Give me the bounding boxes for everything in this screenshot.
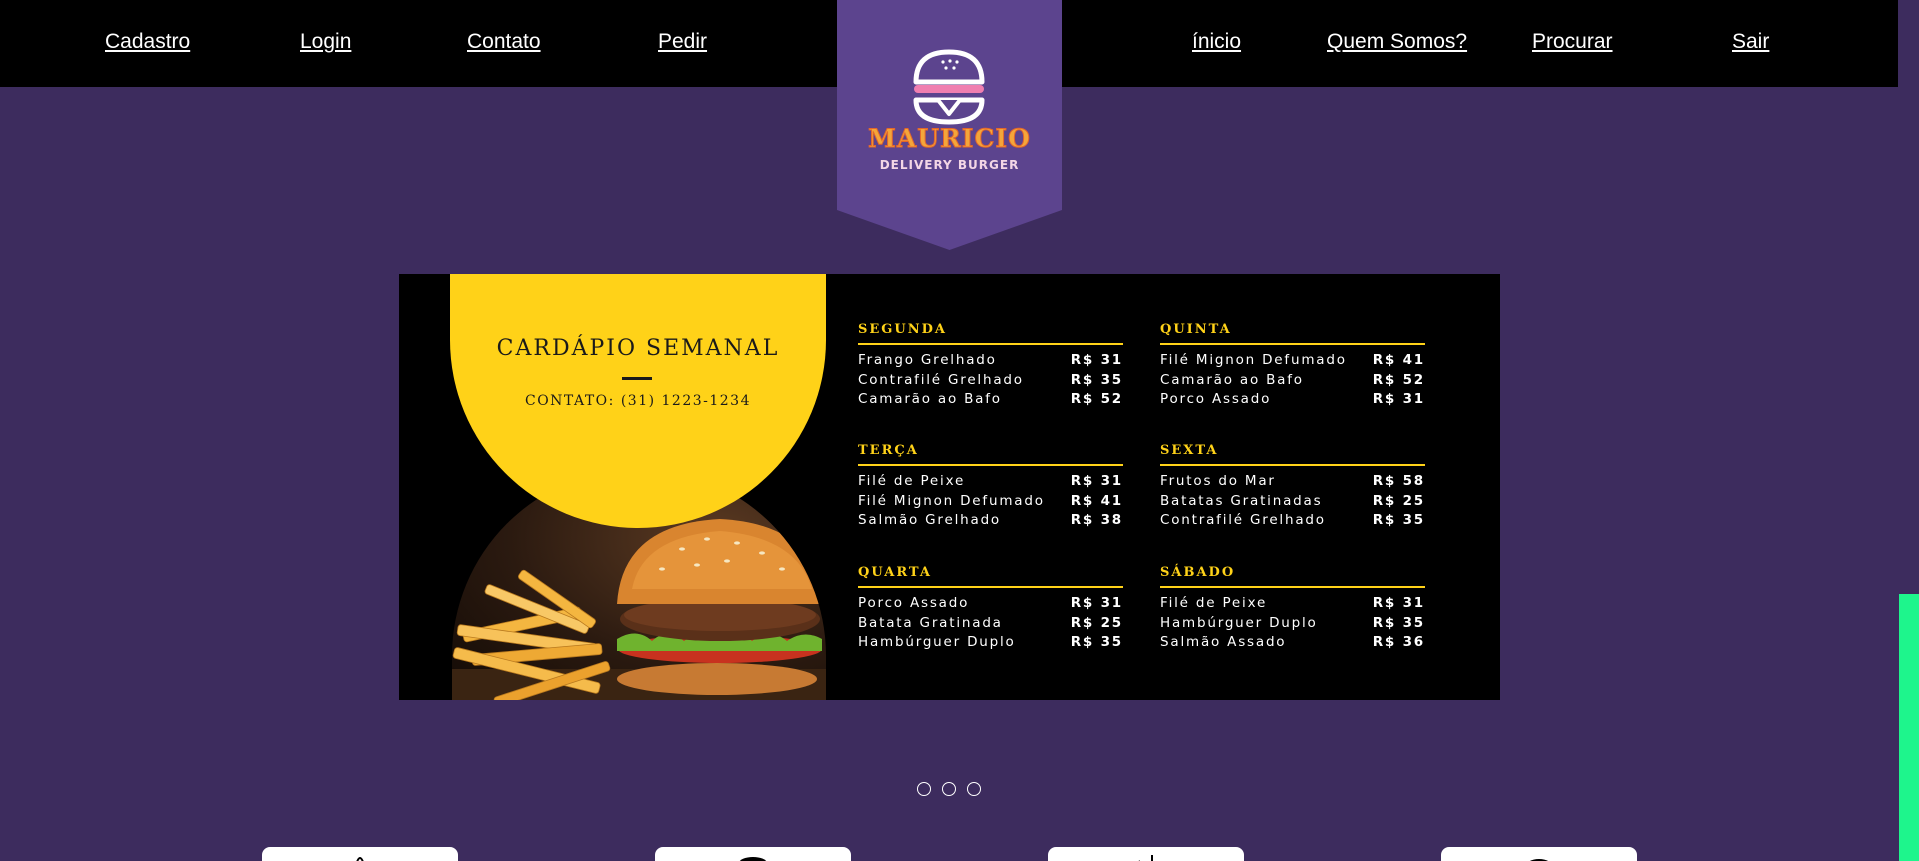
card-icon xyxy=(356,857,364,861)
dish-row: Batatas Gratinadas R$ 25 xyxy=(1160,492,1425,512)
dish-price: R$ 52 xyxy=(1372,371,1425,388)
menu-day-segunda: SEGUNDA Frango Grelhado R$ 31 Contrafilé … xyxy=(858,322,1123,410)
card-icon xyxy=(1138,855,1153,861)
day-name: SÁBADO xyxy=(1160,565,1425,588)
card-2[interactable] xyxy=(655,847,851,861)
dish-price: R$ 35 xyxy=(1070,634,1123,650)
dish-name: Filé Mignon Defumado xyxy=(858,492,1045,509)
card-1[interactable] xyxy=(262,847,458,861)
dish-row: Salmão Assado R$ 36 xyxy=(1160,633,1425,653)
dish-row: Batata Gratinada R$ 25 xyxy=(858,614,1123,634)
dish-name: Batata Gratinada xyxy=(858,614,1003,631)
menu-day-terca: TERÇA Filé de Peixe R$ 31 Filé Mignon Def… xyxy=(858,443,1123,531)
dish-name: Filé de Peixe xyxy=(1160,595,1268,611)
dish-row: Porco Assado R$ 31 xyxy=(1160,390,1425,410)
dish-price: R$ 31 xyxy=(1070,473,1123,489)
nav-link-inicio[interactable]: ínicio xyxy=(1192,30,1241,54)
dish-name: Hambúrguer Duplo xyxy=(1160,614,1318,631)
dish-row: Frango Grelhado R$ 31 xyxy=(858,351,1123,371)
carousel-dot-1[interactable] xyxy=(917,782,931,796)
dish-price: R$ 25 xyxy=(1372,492,1425,509)
dish-name: Frango Grelhado xyxy=(858,352,997,368)
nav-link-sair[interactable]: Sair xyxy=(1732,30,1769,54)
nav-link-pedir[interactable]: Pedir xyxy=(658,30,707,54)
dish-row: Hambúrguer Duplo R$ 35 xyxy=(858,633,1123,653)
menu-title: CARDÁPIO SEMANAL xyxy=(496,336,780,361)
dish-name: Porco Assado xyxy=(858,595,970,611)
carousel-dot-3[interactable] xyxy=(967,782,981,796)
day-name: SEGUNDA xyxy=(858,322,1123,345)
dish-name: Frutos do Mar xyxy=(1160,473,1276,489)
day-name: SEXTA xyxy=(1160,443,1425,466)
dish-row: Contrafilé Grelhado R$ 35 xyxy=(1160,511,1425,531)
day-name: TERÇA xyxy=(858,443,1123,466)
dish-row: Hambúrguer Duplo R$ 35 xyxy=(1160,614,1425,634)
carousel-dot-2[interactable] xyxy=(942,782,956,796)
dish-price: R$ 35 xyxy=(1372,512,1425,528)
card-4[interactable] xyxy=(1441,847,1637,861)
dish-row: Porco Assado R$ 31 xyxy=(858,594,1123,614)
dish-name: Contrafilé Grelhado xyxy=(1160,512,1326,528)
dish-name: Camarão ao Bafo xyxy=(858,391,1002,407)
scrollbar-thumb[interactable] xyxy=(1899,594,1919,861)
dish-row: Camarão ao Bafo R$ 52 xyxy=(1160,371,1425,391)
dish-row: Filé de Peixe R$ 31 xyxy=(858,472,1123,492)
day-name: QUINTA xyxy=(1160,322,1425,345)
menu-day-sexta: SEXTA Frutos do Mar R$ 58 Batatas Gratina… xyxy=(1160,443,1425,531)
card-icon xyxy=(1529,859,1549,861)
dish-price: R$ 31 xyxy=(1372,595,1425,611)
dish-name: Salmão Grelhado xyxy=(858,512,1001,528)
dish-price: R$ 35 xyxy=(1070,371,1123,388)
card-icon xyxy=(739,857,767,861)
dish-name: Salmão Assado xyxy=(1160,634,1287,650)
dish-row: Frutos do Mar R$ 58 xyxy=(1160,472,1425,492)
nav-link-contato[interactable]: Contato xyxy=(467,30,541,54)
dish-row: Salmão Grelhado R$ 38 xyxy=(858,511,1123,531)
menu-day-quarta: QUARTA Porco Assado R$ 31 Batata Gratinad… xyxy=(858,565,1123,653)
dish-name: Porco Assado xyxy=(1160,391,1272,407)
dish-row: Filé de Peixe R$ 31 xyxy=(1160,594,1425,614)
dish-price: R$ 25 xyxy=(1070,614,1123,631)
dish-price: R$ 41 xyxy=(1070,492,1123,509)
dish-price: R$ 31 xyxy=(1372,391,1425,407)
dish-price: R$ 41 xyxy=(1372,352,1425,368)
dish-price: R$ 36 xyxy=(1372,634,1425,650)
nav-link-procurar[interactable]: Procurar xyxy=(1532,30,1613,54)
nav-link-cadastro[interactable]: Cadastro xyxy=(105,30,190,54)
dish-price: R$ 52 xyxy=(1070,391,1123,407)
carousel-slide[interactable]: CARDÁPIO SEMANAL CONTATO: (31) 1223-1234… xyxy=(399,274,1500,700)
day-name: QUARTA xyxy=(858,565,1123,588)
menu-day-sabado: SÁBADO Filé de Peixe R$ 31 Hambúrguer Dup… xyxy=(1160,565,1425,653)
logo-subtitle: DELIVERY BURGER xyxy=(879,158,1020,172)
dish-row: Camarão ao Bafo R$ 52 xyxy=(858,390,1123,410)
card-3[interactable] xyxy=(1048,847,1244,861)
menu-contact: CONTATO: (31) 1223-1234 xyxy=(524,393,751,409)
dish-price: R$ 58 xyxy=(1372,473,1425,489)
dish-name: Filé de Peixe xyxy=(858,473,966,489)
dish-name: Contrafilé Grelhado xyxy=(858,371,1024,388)
dish-name: Batatas Gratinadas xyxy=(1160,492,1323,509)
dish-name: Filé Mignon Defumado xyxy=(1160,352,1347,368)
nav-link-quem-somos[interactable]: Quem Somos? xyxy=(1327,30,1467,54)
burger-icon xyxy=(913,49,985,125)
menu-day-quinta: QUINTA Filé Mignon Defumado R$ 41 Camarão… xyxy=(1160,322,1425,410)
dish-price: R$ 35 xyxy=(1372,614,1425,631)
dish-row: Filé Mignon Defumado R$ 41 xyxy=(858,492,1123,512)
dish-price: R$ 31 xyxy=(1070,595,1123,611)
dish-row: Filé Mignon Defumado R$ 41 xyxy=(1160,351,1425,371)
title-divider xyxy=(622,377,652,380)
dish-name: Hambúrguer Duplo xyxy=(858,634,1016,650)
carousel-indicators xyxy=(917,782,981,796)
dish-price: R$ 38 xyxy=(1070,512,1123,528)
logo-banner[interactable]: MAURICIO DELIVERY BURGER xyxy=(837,0,1062,250)
nav-link-login[interactable]: Login xyxy=(300,30,351,54)
dish-price: R$ 31 xyxy=(1070,352,1123,368)
dish-row: Contrafilé Grelhado R$ 35 xyxy=(858,371,1123,391)
logo-title: MAURICIO xyxy=(868,124,1031,154)
dish-name: Camarão ao Bafo xyxy=(1160,371,1304,388)
